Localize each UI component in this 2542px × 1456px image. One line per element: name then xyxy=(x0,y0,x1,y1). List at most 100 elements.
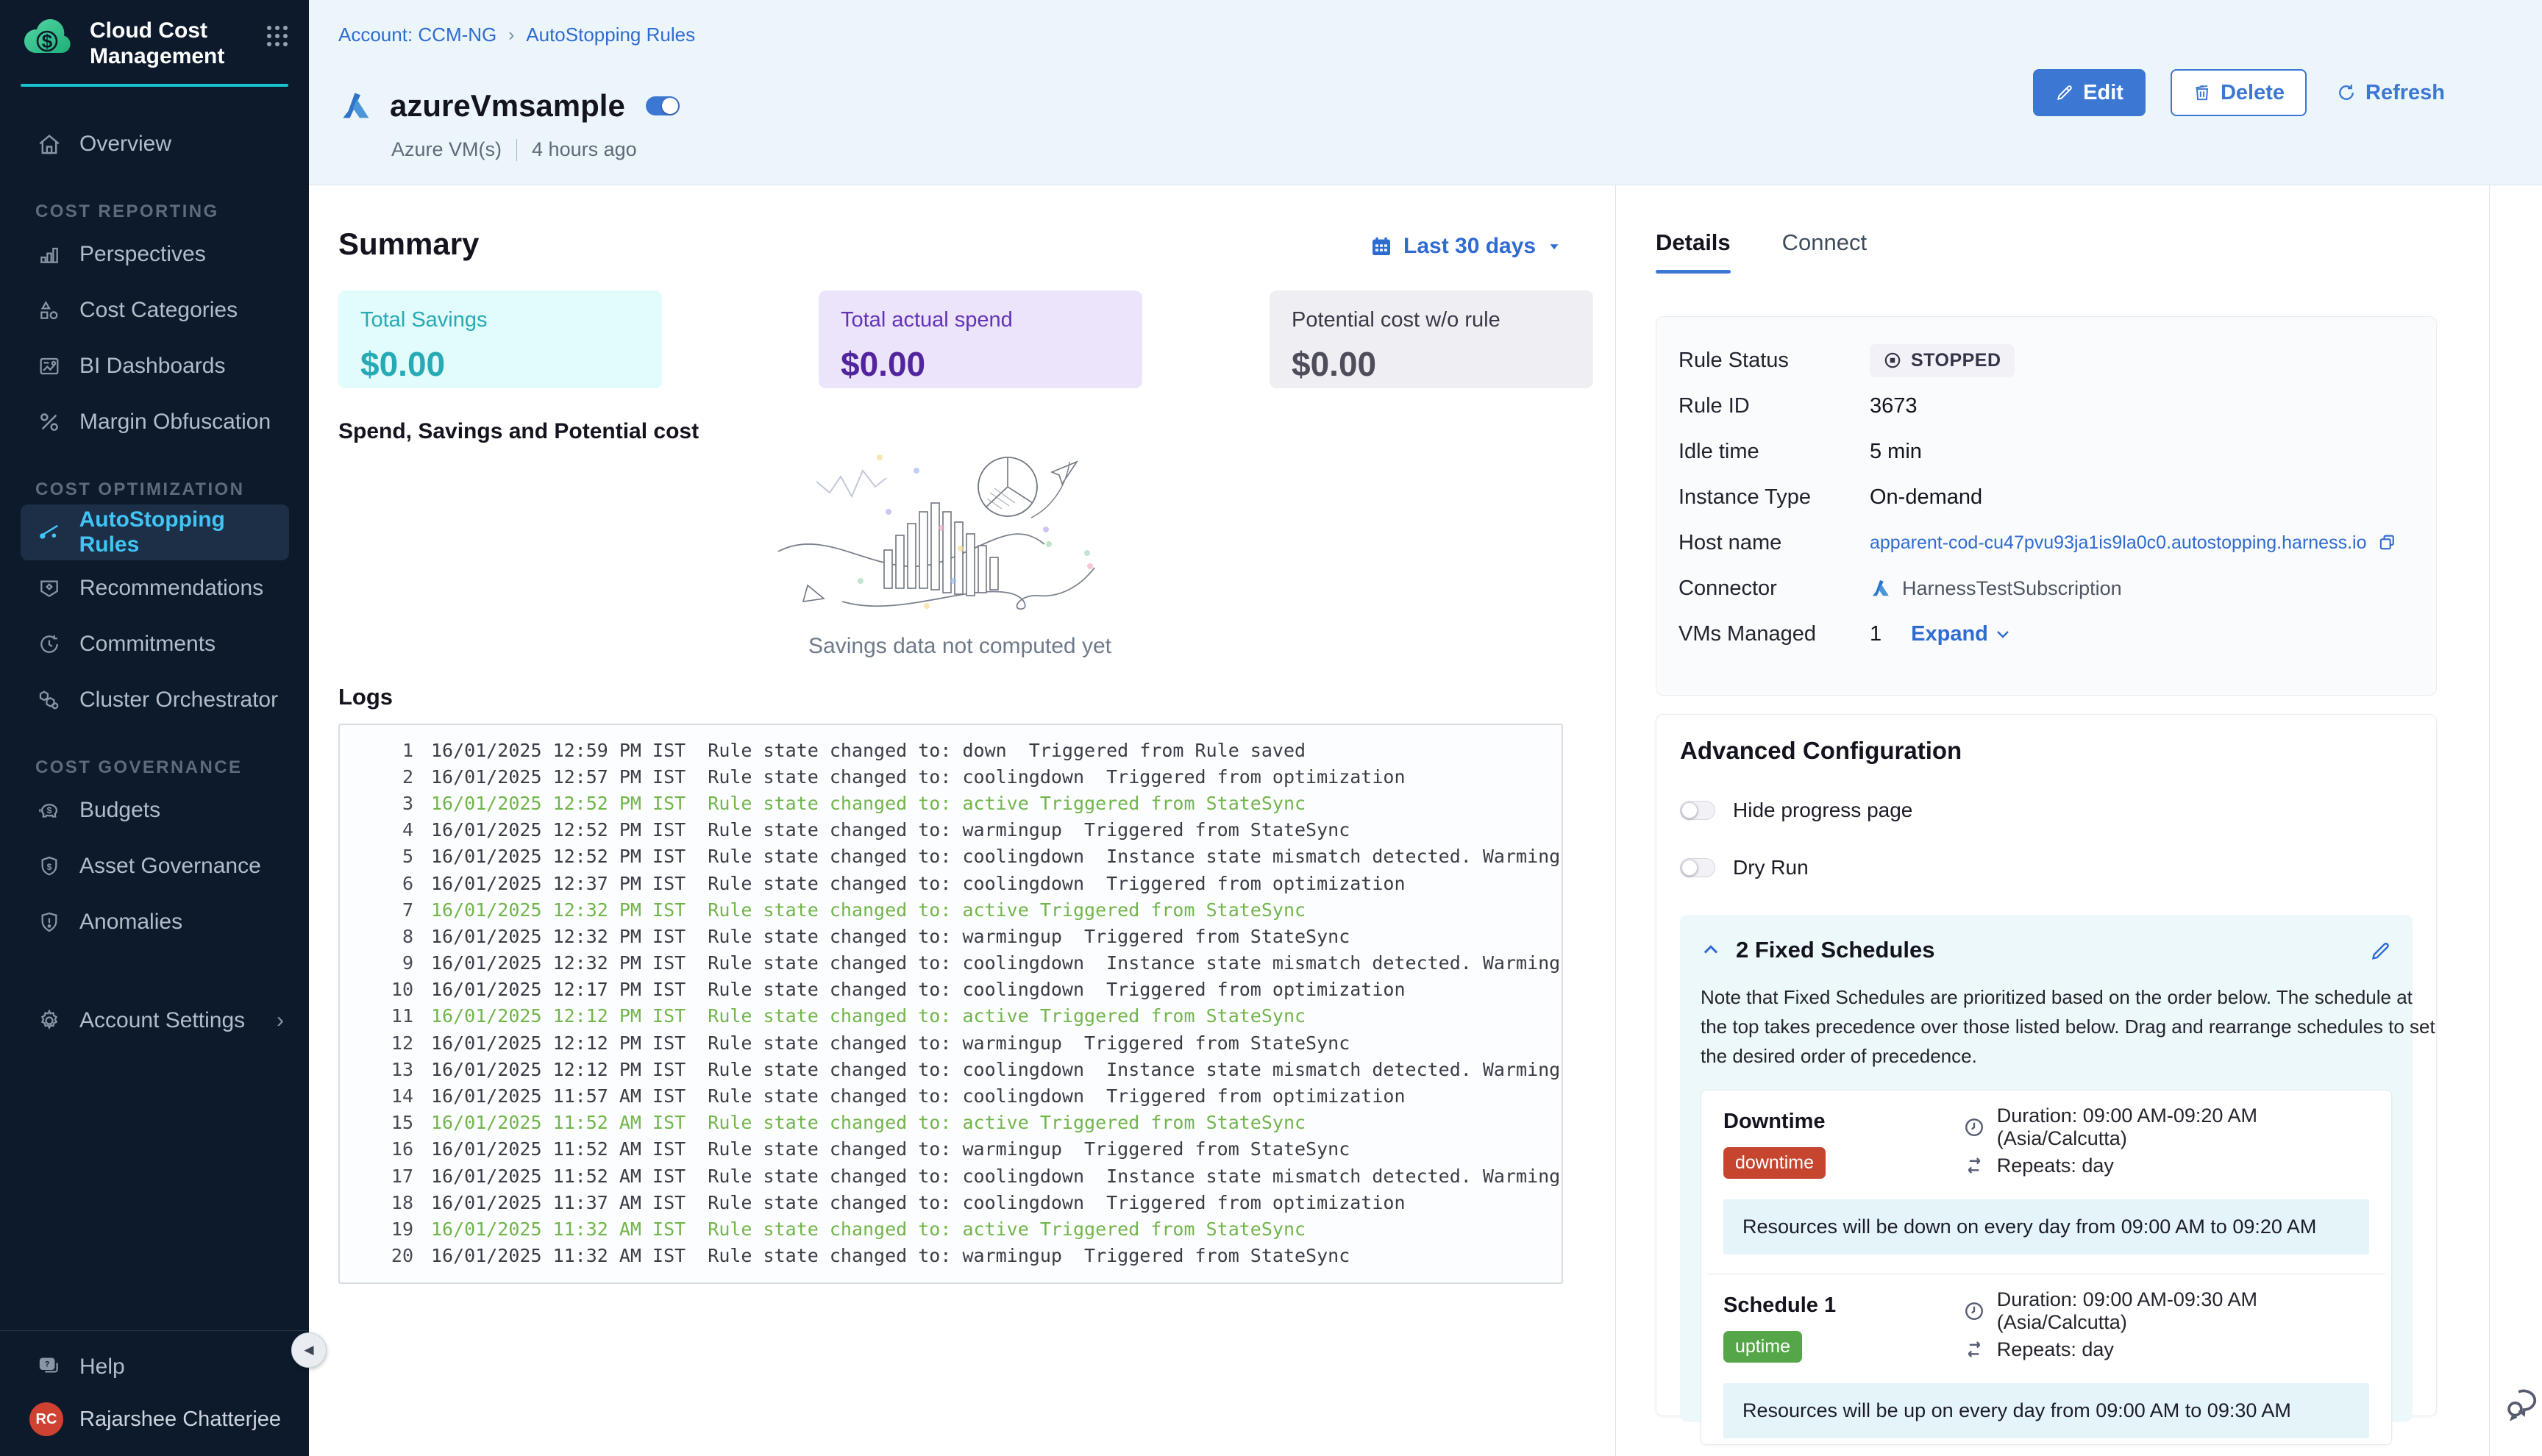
sidebar-item-cluster-orchestrator[interactable]: Cluster Orchestrator xyxy=(0,672,309,728)
log-line: 1616/01/2025 11:52 AM IST Rule state cha… xyxy=(355,1136,1562,1163)
sidebar-item-cost-categories[interactable]: Cost Categories xyxy=(0,282,309,338)
schedule-duration: Duration: 09:00 AM-09:20 AM (Asia/Calcut… xyxy=(1963,1111,2375,1143)
sidebar-item-label: Perspectives xyxy=(79,242,206,267)
total-savings-card: Total Savings $0.00 xyxy=(338,290,662,388)
copy-icon[interactable] xyxy=(2377,532,2397,553)
breadcrumb: Account: CCM-NG › AutoStopping Rules xyxy=(338,24,695,46)
schedule-info-banner: Resources will be up on every day from 0… xyxy=(1723,1383,2369,1438)
user-name: Rajarshee Chatterjee xyxy=(79,1407,281,1432)
caret-down-icon xyxy=(1546,238,1562,254)
shield-alert-icon xyxy=(35,910,63,934)
autostopping-icon xyxy=(35,520,63,545)
card-value: $0.00 xyxy=(1292,344,1571,384)
sidebar-item-commitments[interactable]: Commitments xyxy=(0,616,309,672)
ccm-cloud-logo-icon: $ xyxy=(22,18,76,59)
breadcrumb-separator: › xyxy=(508,25,514,46)
sidebar-item-label: Budgets xyxy=(79,798,160,823)
log-line: 2016/01/2025 11:32 AM IST Rule state cha… xyxy=(355,1243,1562,1269)
sidebar-item-label: Recommendations xyxy=(79,576,263,601)
tab-connect[interactable]: Connect xyxy=(1782,229,1867,274)
summary-heading: Summary xyxy=(338,226,479,262)
breadcrumb-page-link[interactable]: AutoStopping Rules xyxy=(526,24,695,46)
uptime-badge: uptime xyxy=(1723,1331,1802,1363)
delete-button[interactable]: Delete xyxy=(2171,69,2307,116)
shapes-icon xyxy=(35,299,63,322)
sidebar-item-label: AutoStopping Rules xyxy=(79,507,289,557)
sidebar-item-label: Asset Governance xyxy=(79,854,261,879)
log-line: 1416/01/2025 11:57 AM IST Rule state cha… xyxy=(355,1082,1562,1109)
host-name-link[interactable]: apparent-cod-cu47pvu93ja1is9la0c0.autost… xyxy=(1870,532,2366,554)
sidebar-item-asset-governance[interactable]: $ Asset Governance xyxy=(0,838,309,894)
sidebar-item-account-settings[interactable]: Account Settings › xyxy=(0,993,309,1049)
sidebar-item-margin-obfuscation[interactable]: Margin Obfuscation xyxy=(0,394,309,450)
dashboard-image-icon xyxy=(35,354,63,378)
breadcrumb-account-link[interactable]: Account: CCM-NG xyxy=(338,24,496,46)
schedule-downtime[interactable]: Downtime downtime Duration: 09:00 AM-09:… xyxy=(1701,1110,2391,1255)
logs-panel[interactable]: 116/01/2025 12:59 PM IST Rule state chan… xyxy=(338,724,1563,1284)
chevron-right-icon: › xyxy=(277,1008,284,1033)
rule-status-row: Rule Status STOPPED xyxy=(1678,338,2436,383)
hide-progress-toggle[interactable] xyxy=(1680,801,1715,820)
refresh-button[interactable]: Refresh xyxy=(2332,69,2449,116)
log-line: 1816/01/2025 11:37 AM IST Rule state cha… xyxy=(355,1189,1562,1216)
spend-chart-title: Spend, Savings and Potential cost xyxy=(338,419,699,444)
fixed-schedules-panel: 2 Fixed Schedules Note that Fixed Schedu… xyxy=(1680,915,2413,1422)
date-range-picker[interactable]: Last 30 days xyxy=(1370,234,1562,259)
empty-chart-illustration xyxy=(772,441,1118,618)
advanced-config-heading: Advanced Configuration xyxy=(1680,737,2413,765)
svg-text:$: $ xyxy=(42,30,53,52)
summary-cards: Total Savings $0.00 Total actual spend $… xyxy=(338,290,1593,388)
module-grid-icon[interactable] xyxy=(265,24,290,49)
log-line-active: 716/01/2025 12:32 PM IST Rule state chan… xyxy=(355,896,1562,923)
log-line: 816/01/2025 12:32 PM IST Rule state chan… xyxy=(355,923,1562,949)
sidebar-item-autostopping-rules[interactable]: AutoStopping Rules xyxy=(21,504,289,560)
user-profile[interactable]: RC Rajarshee Chatterjee xyxy=(0,1393,309,1456)
sidebar-item-label: BI Dashboards xyxy=(79,354,225,379)
card-label: Total Savings xyxy=(360,308,640,332)
edit-schedules-pencil-icon[interactable] xyxy=(2367,938,2392,963)
card-value: $0.00 xyxy=(360,344,640,384)
sidebar-item-perspectives[interactable]: Perspectives xyxy=(0,226,309,282)
schedule-name: Schedule 1 xyxy=(1723,1293,1963,1318)
log-line: 1716/01/2025 11:52 AM IST Rule state cha… xyxy=(355,1163,1562,1189)
sidebar-item-overview[interactable]: Overview xyxy=(0,116,309,172)
page-title: azureVmsample xyxy=(390,88,625,124)
edit-button[interactable]: Edit xyxy=(2033,69,2146,116)
app-logo-row: $ Cloud Cost Management xyxy=(0,0,309,82)
home-icon xyxy=(35,132,63,157)
rule-id-row: Rule ID 3673 xyxy=(1678,383,2436,429)
vms-managed-row: VMs Managed 1 Expand xyxy=(1678,611,2436,657)
sidebar-collapse-button[interactable]: ◀ xyxy=(291,1332,327,1368)
host-name-row: Host name apparent-cod-cu47pvu93ja1is9la… xyxy=(1678,520,2436,565)
support-chat-icon[interactable] xyxy=(2502,1382,2542,1424)
sidebar-nav: Overview COST REPORTING Perspectives Cos… xyxy=(0,87,309,1049)
sidebar-item-recommendations[interactable]: Recommendations xyxy=(0,560,309,616)
expand-vms-link[interactable]: Expand xyxy=(1911,622,2012,646)
svg-text:?: ? xyxy=(45,1360,49,1369)
trash-icon xyxy=(2193,83,2212,102)
sidebar-item-budgets[interactable]: $ Budgets xyxy=(0,782,309,838)
empty-chart-caption: Savings data not computed yet xyxy=(625,634,1295,659)
rule-enabled-toggle[interactable] xyxy=(646,96,680,115)
sidebar-item-help[interactable]: ? Help xyxy=(0,1341,309,1393)
fixed-schedules-note: Note that Fixed Schedules are prioritize… xyxy=(1701,982,2436,1071)
schedule-name: Downtime xyxy=(1723,1110,1963,1134)
card-label: Total actual spend xyxy=(841,308,1120,332)
sidebar-item-bi-dashboards[interactable]: BI Dashboards xyxy=(0,338,309,394)
header-actions: Edit Delete Refresh xyxy=(2033,69,2449,116)
sidebar-item-label: Cluster Orchestrator xyxy=(79,688,278,713)
sidebar-item-anomalies[interactable]: Anomalies xyxy=(0,894,309,950)
tab-details[interactable]: Details xyxy=(1656,229,1731,274)
log-line: 616/01/2025 12:37 PM IST Rule state chan… xyxy=(355,870,1562,896)
schedule-uptime[interactable]: Schedule 1 uptime Duration: 09:00 AM-09:… xyxy=(1701,1293,2391,1438)
connector-row: Connector HarnessTestSubscription xyxy=(1678,565,2436,611)
idle-time-row: Idle time 5 min xyxy=(1678,429,2436,474)
pencil-icon xyxy=(2055,83,2074,102)
sidebar: $ Cloud Cost Management Overview COST RE… xyxy=(0,0,309,1456)
chevron-up-icon[interactable] xyxy=(1701,940,1721,960)
hide-progress-toggle-row: Hide progress page xyxy=(1680,799,2413,822)
dry-run-toggle-row: Dry Run xyxy=(1680,856,2413,879)
piggy-bank-icon: $ xyxy=(35,798,63,823)
log-line-active: 316/01/2025 12:52 PM IST Rule state chan… xyxy=(355,790,1562,816)
dry-run-toggle[interactable] xyxy=(1680,858,1715,877)
